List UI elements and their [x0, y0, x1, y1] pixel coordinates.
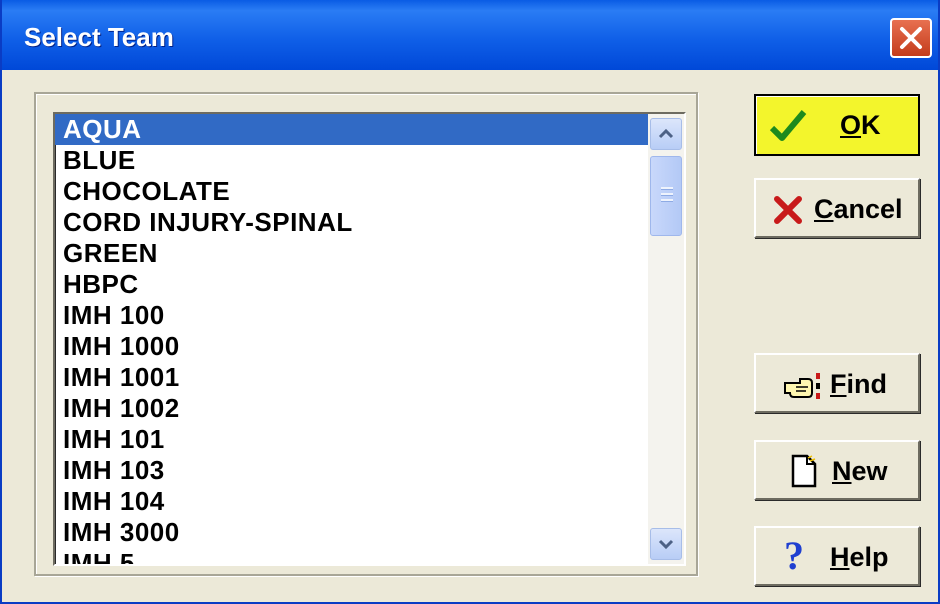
list-item[interactable]: CORD INJURY-SPINAL — [55, 207, 648, 238]
ok-label: OK — [840, 110, 881, 140]
list-item[interactable]: AQUA — [55, 114, 648, 145]
chevron-down-icon — [658, 539, 674, 550]
scroll-thumb[interactable] — [650, 156, 682, 236]
team-listbox[interactable]: AQUA BLUE CHOCOLATE CORD INJURY-SPINAL GREEN… — [53, 112, 686, 566]
close-button[interactable] — [890, 18, 932, 58]
scroll-down-button[interactable] — [650, 528, 682, 560]
cancel-label: Cancel — [814, 194, 903, 224]
scroll-up-button[interactable] — [650, 118, 682, 150]
new-document-icon — [791, 454, 817, 488]
select-team-dialog: Select Team AQUA BLUE CHOCOLATE CORD INJURY… — [0, 0, 940, 604]
new-label: New — [832, 456, 888, 486]
help-button[interactable]: ? Help — [754, 526, 920, 586]
list-item[interactable]: IMH 100 — [55, 300, 648, 331]
list-item[interactable]: IMH 1000 — [55, 331, 648, 362]
thumb-grip-line — [661, 193, 673, 196]
checkmark-icon — [769, 110, 807, 141]
thumb-grip-line — [661, 199, 673, 202]
chevron-up-icon — [658, 128, 674, 139]
team-list: AQUA BLUE CHOCOLATE CORD INJURY-SPINAL GREEN… — [55, 114, 648, 564]
list-item[interactable]: IMH 101 — [55, 424, 648, 455]
thumb-grip-line — [661, 187, 673, 190]
list-item[interactable]: CHOCOLATE — [55, 176, 648, 207]
title-bar[interactable]: Select Team — [2, 0, 938, 70]
list-item[interactable]: IMH 3000 — [55, 517, 648, 548]
cancel-button[interactable]: Cancel — [754, 178, 920, 238]
list-item[interactable]: IMH 5 — [55, 548, 648, 564]
list-item[interactable]: GREEN — [55, 238, 648, 269]
question-mark-icon: ? — [784, 533, 804, 578]
help-label: Help — [830, 542, 889, 572]
close-icon — [900, 27, 922, 49]
find-button[interactable]: Find — [754, 353, 920, 413]
list-item[interactable]: IMH 1002 — [55, 393, 648, 424]
new-button[interactable]: New — [754, 440, 920, 500]
list-item[interactable]: IMH 104 — [55, 486, 648, 517]
list-item[interactable]: IMH 103 — [55, 455, 648, 486]
find-label: Find — [830, 369, 887, 399]
pointing-hand-icon — [784, 373, 820, 399]
ok-button[interactable]: OK — [754, 94, 920, 156]
list-item[interactable]: BLUE — [55, 145, 648, 176]
list-item[interactable]: IMH 1001 — [55, 362, 648, 393]
red-x-icon — [774, 196, 802, 224]
window-title: Select Team — [24, 22, 174, 52]
vertical-scrollbar[interactable] — [648, 114, 684, 564]
list-item[interactable]: HBPC — [55, 269, 648, 300]
